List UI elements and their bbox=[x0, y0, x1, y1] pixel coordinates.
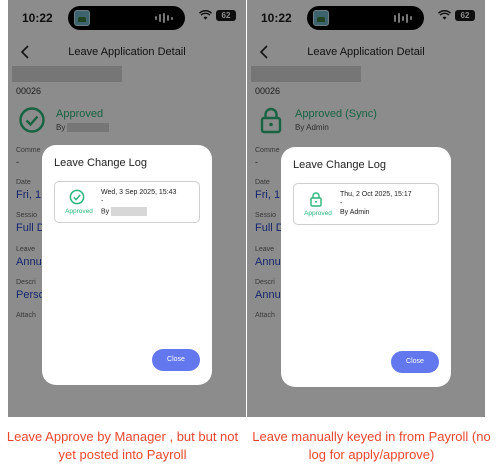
phone-screen-right: 10:22 62 Leave Application Detail 00026 … bbox=[247, 0, 485, 417]
caption-right: Leave manually keyed in from Payroll (no… bbox=[252, 429, 491, 462]
log-entry: Approved Wed, 3 Sep 2025, 15:43 - By bbox=[54, 181, 200, 223]
log-author: By bbox=[101, 207, 148, 216]
modal-title: Leave Change Log bbox=[54, 157, 147, 169]
modal-title: Leave Change Log bbox=[293, 159, 386, 171]
log-entry: Approved Thu, 2 Oct 2025, 15:17 - By Adm… bbox=[293, 183, 439, 225]
log-remark: - bbox=[101, 198, 104, 205]
check-circle-icon bbox=[69, 189, 85, 205]
log-author: By Admin bbox=[340, 209, 370, 216]
log-date: Wed, 3 Sep 2025, 15:43 bbox=[101, 189, 177, 196]
log-remark: - bbox=[340, 200, 343, 207]
caption-left: Leave Approve by Manager , but but not y… bbox=[6, 429, 239, 462]
log-status: Approved bbox=[65, 208, 93, 215]
change-log-modal: Leave Change Log Approved Wed, 3 Sep 202… bbox=[42, 145, 212, 385]
redacted-author bbox=[111, 207, 148, 216]
close-button[interactable]: Close bbox=[152, 349, 200, 371]
close-button[interactable]: Close bbox=[391, 351, 439, 373]
phone-screen-left: 10:22 62 Leave Application Detail 00026 … bbox=[8, 0, 246, 417]
log-status: Approved bbox=[304, 210, 332, 217]
change-log-modal: Leave Change Log Approved Thu, 2 Oct 202… bbox=[281, 147, 451, 387]
lock-icon bbox=[310, 192, 322, 207]
log-date: Thu, 2 Oct 2025, 15:17 bbox=[340, 191, 412, 198]
